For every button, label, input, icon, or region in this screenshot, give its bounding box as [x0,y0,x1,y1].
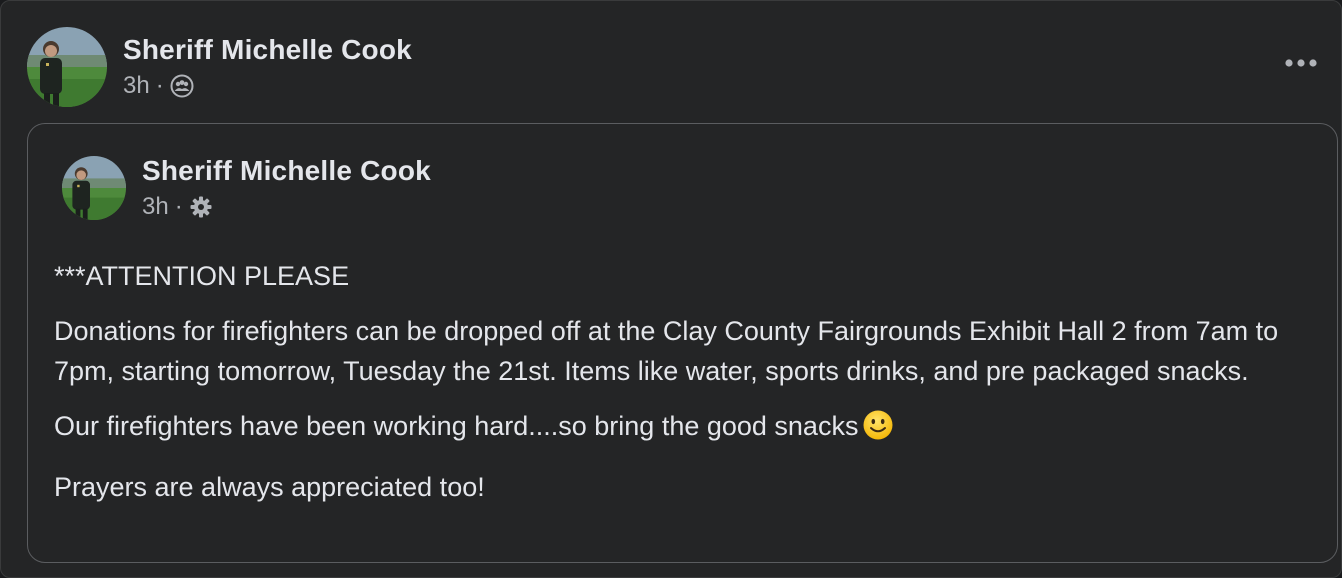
post-line-donations: Donations for firefighters can be droppe… [54,316,1279,386]
shared-post-header: Sheriff Michelle Cook 3h · [62,154,431,222]
avatar-image [62,156,126,220]
more-options-button[interactable] [1279,47,1323,79]
shared-author-avatar[interactable] [62,156,126,220]
ellipsis-horizontal-icon [1285,59,1317,67]
slightly-smiling-face-emoji [862,409,894,452]
author-info: Sheriff Michelle Cook 3h · [123,33,412,101]
meta-separator: · [155,72,164,99]
post-time[interactable]: 3h [123,71,150,101]
post-line-prayers: Prayers are always appreciated too! [54,472,485,502]
post-header: Sheriff Michelle Cook 3h · [27,27,412,107]
shared-author-name[interactable]: Sheriff Michelle Cook [142,154,431,188]
post-text: ***ATTENTION PLEASE Donations for firefi… [54,256,1316,522]
meta-separator: · [174,193,183,220]
post-line-snacks: Our firefighters have been working hard.… [54,406,1316,452]
post-line-attention: ***ATTENTION PLEASE [54,261,350,291]
post-meta: 3h · [123,71,412,101]
author-name[interactable]: Sheriff Michelle Cook [123,33,412,67]
author-avatar[interactable] [27,27,107,107]
shared-author-info: Sheriff Michelle Cook 3h · [142,154,431,222]
friends-group-icon[interactable] [170,74,194,98]
snacks-text: Our firefighters have been working hard.… [54,411,859,441]
post-card: Sheriff Michelle Cook 3h · Sheriff Miche… [0,0,1342,578]
shared-post-time[interactable]: 3h [142,192,169,222]
shared-post[interactable]: Sheriff Michelle Cook 3h · ***ATTENTION … [27,123,1338,563]
shared-post-meta: 3h · [142,192,431,222]
avatar-image [27,27,107,107]
gear-icon[interactable] [189,195,213,219]
